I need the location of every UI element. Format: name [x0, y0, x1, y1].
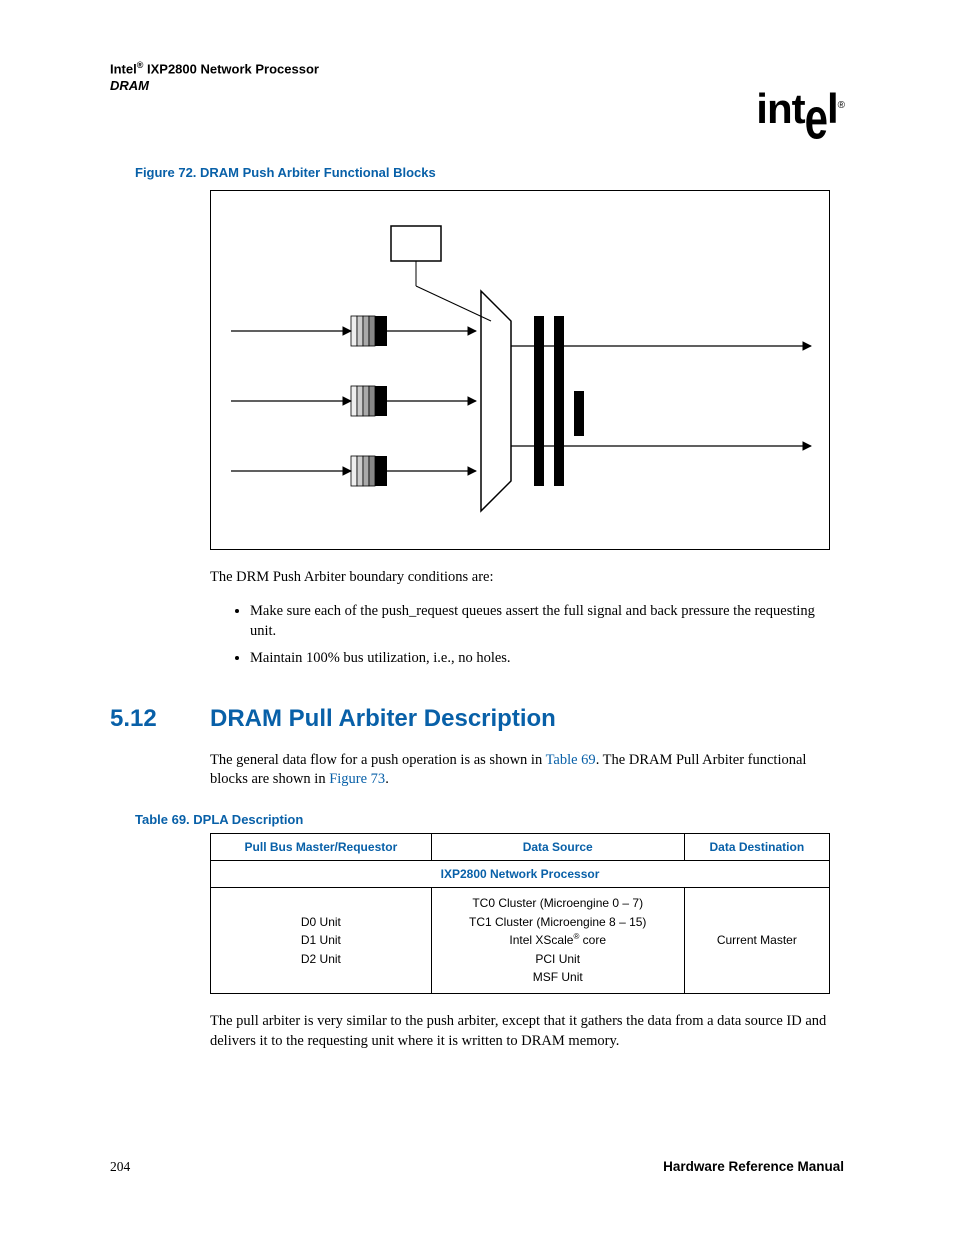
section-heading: 5.12 DRAM Pull Arbiter Description — [110, 705, 844, 733]
figure-caption: Figure 72. DRAM Push Arbiter Functional … — [135, 165, 844, 180]
table-header: Data Source — [431, 833, 684, 860]
table-span-header: IXP2800 Network Processor — [211, 860, 830, 887]
table-cell: TC0 Cluster (Microengine 0 – 7) TC1 Clus… — [431, 887, 684, 993]
page-footer: 204 Hardware Reference Manual — [110, 1159, 844, 1175]
table-cell: Current Master — [684, 887, 829, 993]
table-caption: Table 69. DPLA Description — [135, 812, 844, 827]
table-header: Pull Bus Master/Requestor — [211, 833, 432, 860]
closing-paragraph: The pull arbiter is very similar to the … — [210, 1012, 844, 1051]
list-item: Maintain 100% bus utilization, i.e., no … — [250, 649, 844, 669]
page-number: 204 — [110, 1159, 130, 1175]
push-arbiter-conditions-intro: The DRM Push Arbiter boundary conditions… — [210, 568, 844, 588]
header-product: IXP2800 Network Processor — [143, 61, 319, 76]
section-intro: The general data flow for a push operati… — [210, 751, 844, 790]
header-brand: Intel — [110, 61, 137, 76]
dpla-table: Pull Bus Master/Requestor Data Source Da… — [210, 833, 830, 994]
header-subsection: DRAM — [110, 78, 844, 95]
section-title: DRAM Pull Arbiter Description — [210, 705, 556, 733]
link-table-69[interactable]: Table 69 — [546, 752, 596, 768]
page-header: Intel® IXP2800 Network Processor DRAM — [110, 60, 844, 95]
list-item: Make sure each of the push_request queue… — [250, 602, 844, 641]
push-arbiter-conditions-list: Make sure each of the push_request queue… — [230, 602, 844, 669]
figure-diagram — [210, 190, 830, 550]
link-figure-73[interactable]: Figure 73 — [329, 771, 385, 787]
table-header: Data Destination — [684, 833, 829, 860]
section-number: 5.12 — [110, 705, 210, 733]
table-cell: D0 Unit D1 Unit D2 Unit — [211, 887, 432, 993]
intel-logo: intel® — [756, 85, 844, 133]
manual-name: Hardware Reference Manual — [663, 1159, 844, 1175]
